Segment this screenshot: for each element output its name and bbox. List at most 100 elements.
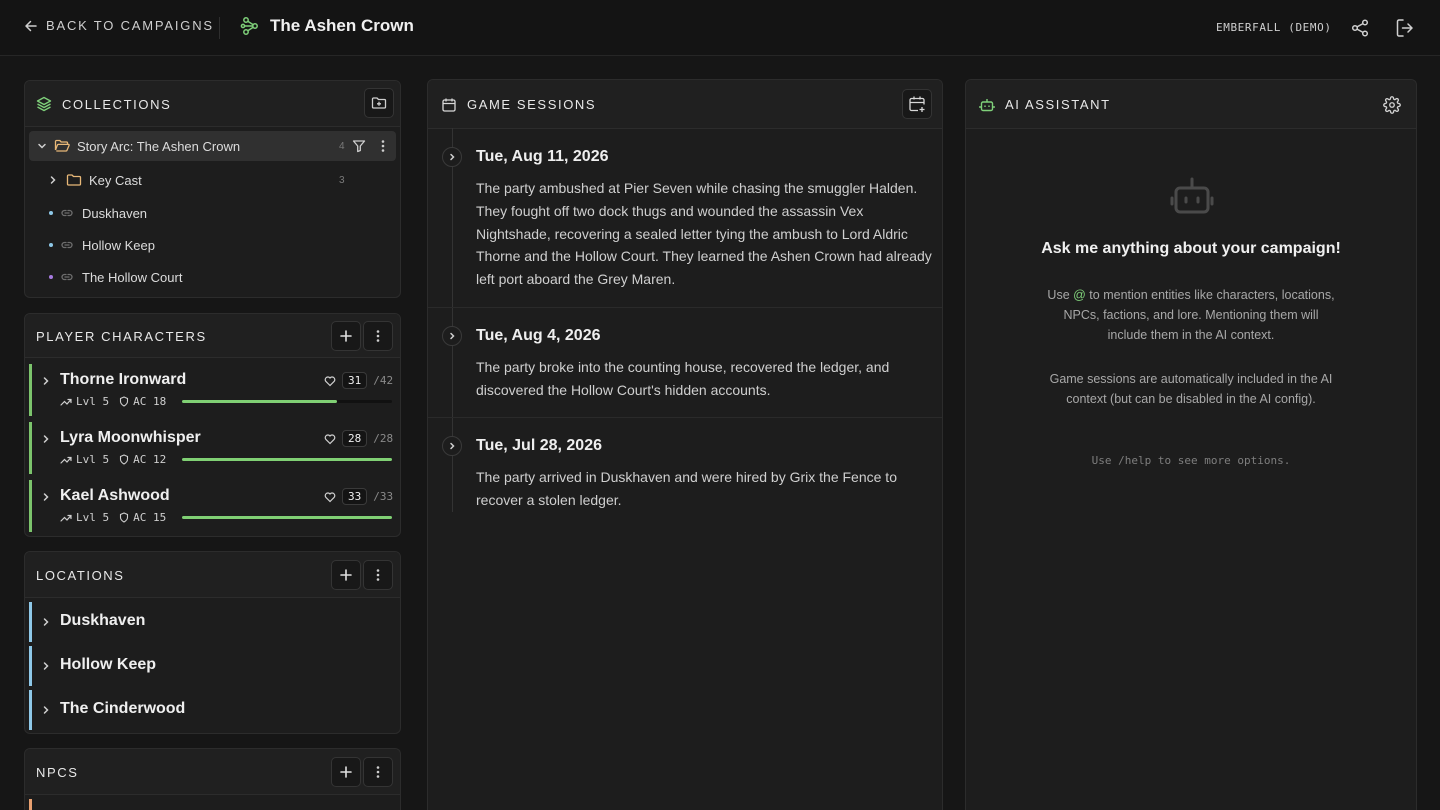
collections-header: COLLECTIONS [25,81,400,127]
arrow-left-icon [24,19,38,33]
hp-current[interactable]: 33 [342,488,368,505]
hp-current[interactable]: 28 [342,430,368,447]
campaign-title: The Ashen Crown [270,16,414,35]
location-row-hollow-keep[interactable]: Hollow Keep [29,646,390,686]
link-label: Duskhaven [82,205,148,221]
player-characters-menu-button[interactable] [363,321,393,351]
chevron-right-icon[interactable] [442,147,462,167]
hp-max: /42 [373,374,394,387]
ai-help-hint: Use /help to see more options. [1091,454,1291,467]
location-row-duskhaven[interactable]: Duskhaven [29,602,390,642]
chevron-down-icon[interactable] [36,140,48,152]
mention-symbol: @ [1073,288,1086,302]
plus-icon [339,329,353,343]
character-level: Lvl 5 [76,511,110,524]
npcs-panel: NPCS [24,748,401,810]
character-level: Lvl 5 [76,395,110,408]
more-vertical-icon [372,568,384,582]
character-stats: Lvl 5 AC 15 [60,511,166,524]
character-name: Thorne Ironward [60,371,187,388]
session-item[interactable]: Tue, Aug 4, 2026 The party broke into th… [428,308,942,418]
locations-menu-button[interactable] [363,560,393,590]
player-characters-header: PLAYER CHARACTERS [25,314,400,358]
user-label[interactable]: EMBERFALL (DEMO) [1216,21,1332,34]
chevron-right-icon[interactable] [442,436,462,456]
layers-icon [36,96,52,112]
add-player-character-button[interactable] [331,321,361,351]
more-vertical-icon[interactable] [377,139,389,153]
bot-large-icon [1170,176,1214,216]
share-icon[interactable] [1350,18,1370,38]
character-name: Lyra Moonwhisper [60,429,201,446]
chevron-right-icon[interactable] [40,433,52,445]
calendar-icon [441,97,457,113]
folder-icon [66,172,82,188]
session-date: Tue, Jul 28, 2026 [476,437,602,454]
link-icon [61,239,73,251]
session-item[interactable]: Tue, Aug 11, 2026 The party ambushed at … [428,129,942,308]
npcs-header: NPCS [25,749,400,795]
chevron-right-icon[interactable] [40,660,52,672]
chevron-right-icon[interactable] [40,491,52,503]
hp-max: /28 [373,432,394,445]
character-ac: AC 15 [133,511,167,524]
session-summary: The party ambushed at Pier Seven while c… [476,180,932,288]
location-row-cinderwood[interactable]: The Cinderwood [29,690,390,730]
folder-open-icon [54,138,70,154]
player-characters-title: PLAYER CHARACTERS [36,328,207,344]
session-item[interactable]: Tue, Jul 28, 2026 The party arrived in D… [428,418,942,518]
location-dot [49,243,53,247]
hp-max: /33 [373,490,394,503]
session-summary: The party arrived in Duskhaven and were … [476,469,897,508]
collection-link-hollow-keep[interactable]: Hollow Keep [29,230,396,260]
character-stats: Lvl 5 AC 12 [60,453,166,466]
collection-folder-story-arc[interactable]: Story Arc: The Ashen Crown 4 [29,131,396,161]
subfolder-label: Key Cast [89,172,142,188]
hp-current[interactable]: 31 [342,372,368,389]
ai-sessions-note: Game sessions are automatically included… [1049,372,1333,406]
link-label: Hollow Keep [82,237,155,253]
ai-assistant-panel: AI ASSISTANT Ask me anything about your … [965,79,1417,810]
hp-display[interactable]: 31/42 [324,372,393,389]
back-label: BACK TO CAMPAIGNS [46,18,214,33]
chevron-right-icon[interactable] [40,616,52,628]
player-characters-panel: PLAYER CHARACTERS Thorne Ironward 31/42 Lv… [24,313,401,537]
chevron-right-icon[interactable] [47,174,59,186]
player-character-row[interactable]: Thorne Ironward 31/42 Lvl 5 AC 18 [29,364,393,416]
hp-display[interactable]: 33/33 [324,488,393,505]
settings-icon[interactable] [1383,96,1401,114]
trending-up-icon [60,513,72,523]
new-collection-button[interactable] [364,88,394,118]
subfolder-count: 3 [339,174,345,186]
link-icon [61,207,73,219]
chevron-right-icon[interactable] [40,375,52,387]
collection-link-hollow-court[interactable]: The Hollow Court [29,262,396,292]
filter-icon[interactable] [352,139,366,153]
heart-icon [324,433,336,445]
campaign-network-icon [240,16,260,36]
heart-icon [324,491,336,503]
trending-up-icon [60,397,72,407]
npcs-menu-button[interactable] [363,757,393,787]
hp-display[interactable]: 28/28 [324,430,393,447]
chevron-right-icon[interactable] [442,326,462,346]
bot-icon [979,97,995,113]
logout-icon[interactable] [1395,18,1415,38]
shield-icon [119,454,129,465]
player-character-row[interactable]: Kael Ashwood 33/33 Lvl 5 AC 15 [29,480,393,532]
folder-label: Story Arc: The Ashen Crown [77,138,241,154]
add-location-button[interactable] [331,560,361,590]
add-npc-button[interactable] [331,757,361,787]
back-to-campaigns-link[interactable]: BACK TO CAMPAIGNS [24,18,214,33]
npcs-title: NPCS [36,764,79,780]
character-name: Kael Ashwood [60,487,170,504]
game-sessions-header: GAME SESSIONS [428,80,942,129]
character-level: Lvl 5 [76,453,110,466]
npc-row-edge [29,799,32,810]
collection-folder-key-cast[interactable]: Key Cast 3 [29,165,396,195]
collection-link-duskhaven[interactable]: Duskhaven [29,198,396,228]
player-character-row[interactable]: Lyra Moonwhisper 28/28 Lvl 5 AC 12 [29,422,393,474]
link-icon [61,271,73,283]
add-session-button[interactable] [902,89,932,119]
chevron-right-icon[interactable] [40,704,52,716]
